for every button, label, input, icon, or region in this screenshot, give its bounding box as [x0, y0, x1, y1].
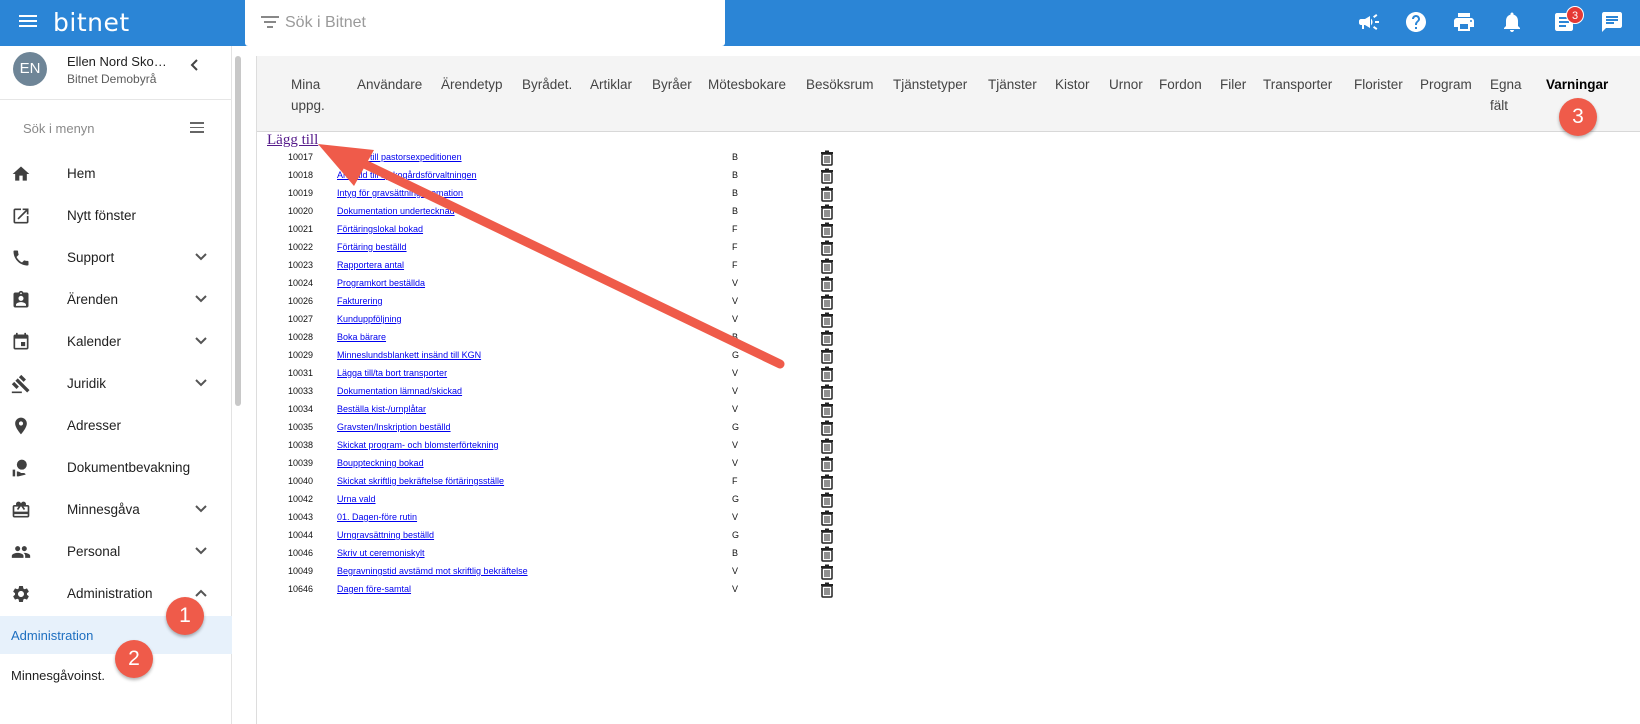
annotation-arrow: [318, 144, 785, 369]
step-marker-1: 1: [166, 597, 204, 635]
step-marker-2: 2: [115, 640, 153, 678]
step-marker-3: 3: [1559, 98, 1597, 136]
